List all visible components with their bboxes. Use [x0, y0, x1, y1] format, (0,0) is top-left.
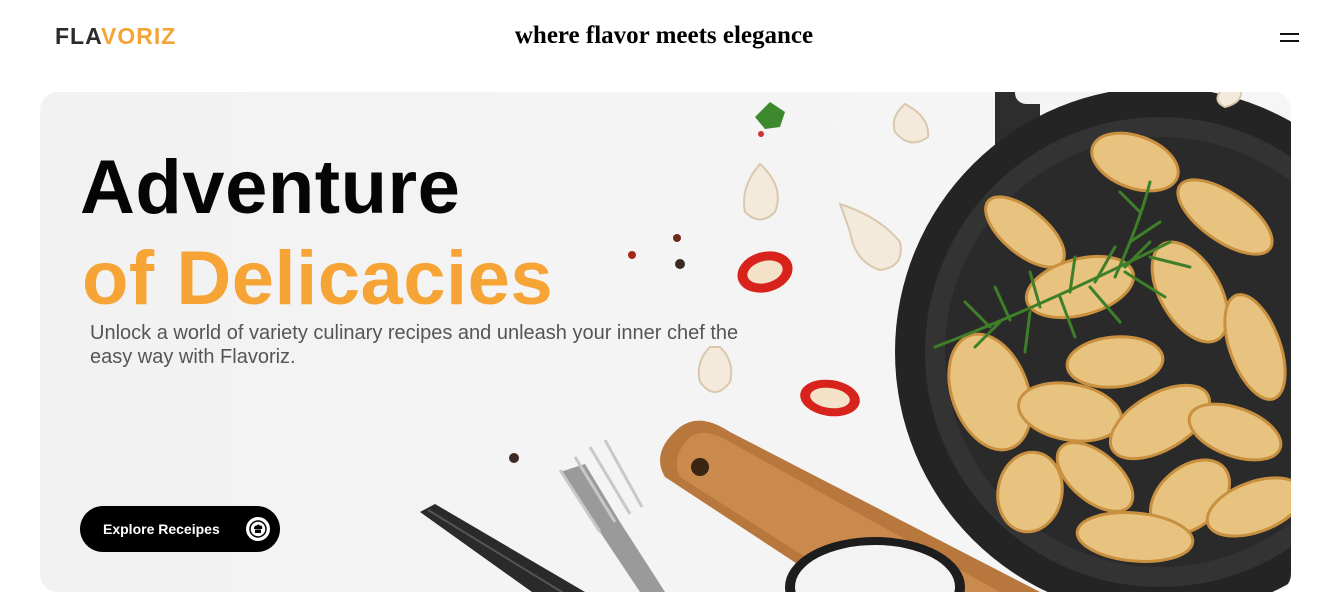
hero-title-line-1: Adventure — [80, 145, 461, 230]
hero-banner: Adventure of Delicacies Unlock a world o… — [40, 92, 1291, 592]
hero-title-line-2: of Delicacies — [82, 236, 554, 321]
top-navigation-bar: FLAVORIZ where flavor meets elegance — [0, 0, 1328, 80]
knife-icon — [420, 504, 585, 592]
hamburger-menu-icon[interactable] — [1277, 28, 1303, 48]
hero-description: Unlock a world of variety culinary recip… — [90, 322, 739, 368]
fork-icon — [558, 439, 665, 592]
explore-recipes-label: Explore Receipes — [103, 521, 220, 537]
chef-hat-icon — [246, 517, 270, 541]
explore-recipes-button[interactable]: Explore Receipes — [80, 506, 280, 552]
parsley-leaf-icon — [755, 102, 785, 129]
site-tagline: where flavor meets elegance — [514, 22, 814, 49]
